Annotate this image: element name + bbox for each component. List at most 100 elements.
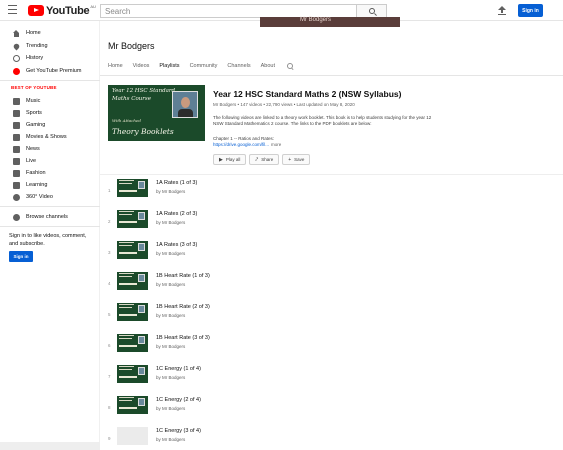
upload-icon[interactable] xyxy=(498,6,506,15)
sidebar-item-label: Live xyxy=(26,158,37,164)
home-icon xyxy=(13,29,20,37)
video-index: 8 xyxy=(108,405,111,410)
banner-text: Mr Bodgers xyxy=(300,17,332,23)
video-author: by Mr Bodgers xyxy=(156,220,186,225)
thumbnail-text: With Attached xyxy=(112,118,141,123)
video-author: by Mr Bodgers xyxy=(156,406,186,411)
logo-text: YouTube xyxy=(46,4,90,17)
thumbnail-text: Year 12 HSC Standard xyxy=(112,88,176,94)
playlist-video-row[interactable]: 9 1C Energy (3 of 4) by Mr Bodgers xyxy=(100,424,563,450)
sidebar-divider xyxy=(0,80,100,81)
sidebar-item-label: Music xyxy=(26,98,41,104)
list-divider xyxy=(100,174,563,175)
playlist-video-row[interactable]: 1 1A Rates (1 of 3) by Mr Bodgers xyxy=(100,176,563,207)
sidebar-item-history[interactable]: History xyxy=(13,53,43,63)
save-button[interactable]: + Save xyxy=(282,154,311,165)
sidebar-item-label: Browse channels xyxy=(26,214,68,220)
signin-button-top[interactable]: Sign in xyxy=(518,4,543,17)
tab-channels[interactable]: Channels xyxy=(227,63,250,73)
video-thumbnail[interactable] xyxy=(117,334,148,352)
playlist-link[interactable]: https://drive.google.com/fil... xyxy=(213,142,269,147)
video-title[interactable]: 1C Energy (1 of 4) xyxy=(156,366,201,372)
video-author: by Mr Bodgers xyxy=(156,344,186,349)
video-title[interactable]: 1B Heart Rate (1 of 3) xyxy=(156,273,210,279)
video-thumbnail[interactable] xyxy=(117,210,148,228)
video-index: 4 xyxy=(108,281,111,286)
video-author: by Mr Bodgers xyxy=(156,437,186,442)
live-icon xyxy=(13,157,20,165)
youtube-premium-icon xyxy=(13,67,20,75)
sidebar-item-label: Fashion xyxy=(26,170,46,176)
signin-prompt-line1: Sign in to like videos, comment, xyxy=(9,233,87,239)
sidebar-item-news[interactable]: News xyxy=(13,144,40,154)
video-thumbnail[interactable] xyxy=(117,427,148,445)
youtube-logo[interactable]: YouTube AU xyxy=(28,4,96,17)
video-title[interactable]: 1A Rates (2 of 3) xyxy=(156,211,197,217)
play-all-label: Play all xyxy=(225,157,241,162)
playlist-video-row[interactable]: 7 1C Energy (1 of 4) by Mr Bodgers xyxy=(100,362,563,393)
video-index: 1 xyxy=(108,188,111,193)
video-thumbnail[interactable] xyxy=(117,396,148,414)
sidebar-item-trending[interactable]: Trending xyxy=(12,41,48,51)
video-thumbnail[interactable] xyxy=(117,179,148,197)
sidebar-item-gaming[interactable]: Gaming xyxy=(13,120,45,130)
tab-about[interactable]: About xyxy=(261,63,275,73)
presenter-photo xyxy=(172,91,198,118)
playlist-thumbnail[interactable]: Year 12 HSC Standard Maths Course With A… xyxy=(108,85,205,141)
tab-playlists[interactable]: Playlists xyxy=(159,63,180,76)
video-title[interactable]: 1A Rates (3 of 3) xyxy=(156,242,197,248)
sidebar-item-live[interactable]: Live xyxy=(13,156,36,166)
tab-community[interactable]: Community xyxy=(190,63,218,73)
sidebar-item-label: History xyxy=(26,55,44,61)
save-label: Save xyxy=(294,157,305,162)
sidebar-signin-button[interactable]: Sign in xyxy=(9,251,33,262)
video-thumbnail[interactable] xyxy=(117,241,148,259)
playlist-description: The following videos are linked to a the… xyxy=(213,115,432,126)
playlist-video-row[interactable]: 6 1B Heart Rate (3 of 3) by Mr Bodgers xyxy=(100,331,563,362)
sidebar-item-browse-channels[interactable]: Browse channels xyxy=(13,212,68,222)
sidebar-divider xyxy=(0,206,100,207)
sidebar-item-sports[interactable]: Sports xyxy=(13,108,42,118)
news-icon xyxy=(13,145,20,153)
video-title[interactable]: 1C Energy (2 of 4) xyxy=(156,397,201,403)
playlist-video-row[interactable]: 2 1A Rates (2 of 3) by Mr Bodgers xyxy=(100,207,563,238)
search-button[interactable] xyxy=(356,5,386,17)
channel-search-icon[interactable] xyxy=(287,63,293,69)
logo-region: AU xyxy=(90,4,96,9)
search-input[interactable] xyxy=(101,5,356,17)
playlist-video-row[interactable]: 4 1B Heart Rate (1 of 3) by Mr Bodgers xyxy=(100,269,563,300)
video-thumbnail[interactable] xyxy=(117,303,148,321)
thumbnail-text: Theory Booklets xyxy=(112,127,174,136)
video-thumbnail[interactable] xyxy=(117,365,148,383)
fashion-icon xyxy=(13,169,20,177)
sidebar-item-fashion[interactable]: Fashion xyxy=(13,168,46,178)
sidebar-item-360-video[interactable]: 360° Video xyxy=(13,192,53,202)
tab-home[interactable]: Home xyxy=(108,63,123,73)
video-author: by Mr Bodgers xyxy=(156,313,186,318)
sidebar-item-home[interactable]: Home xyxy=(13,28,41,38)
video-index: 2 xyxy=(108,219,111,224)
playlist-video-row[interactable]: 5 1B Heart Rate (2 of 3) by Mr Bodgers xyxy=(100,300,563,331)
tabs-divider xyxy=(100,75,563,76)
playlist-video-row[interactable]: 8 1C Energy (2 of 4) by Mr Bodgers xyxy=(100,393,563,424)
youtube-play-icon xyxy=(28,5,44,16)
more-link[interactable]: more xyxy=(271,142,281,147)
video-title[interactable]: 1B Heart Rate (3 of 3) xyxy=(156,335,210,341)
tab-videos[interactable]: Videos xyxy=(133,63,150,73)
search-box xyxy=(100,4,387,18)
sidebar-item-music[interactable]: Music xyxy=(13,96,40,106)
browse-channels-icon xyxy=(13,213,20,221)
sidebar-item-learning[interactable]: Learning xyxy=(13,180,47,190)
menu-icon[interactable] xyxy=(8,5,17,14)
video-title[interactable]: 1B Heart Rate (2 of 3) xyxy=(156,304,210,310)
playlist-video-row[interactable]: 3 1A Rates (3 of 3) by Mr Bodgers xyxy=(100,238,563,269)
sidebar-item-movies[interactable]: Movies & Shows xyxy=(13,132,67,142)
share-button[interactable]: ⤤ Share xyxy=(249,154,280,165)
signin-prompt-line2: and subscribe. xyxy=(9,241,45,247)
video-title[interactable]: 1A Rates (1 of 3) xyxy=(156,180,197,186)
video-thumbnail[interactable] xyxy=(117,272,148,290)
sidebar-item-premium[interactable]: Get YouTube Premium xyxy=(13,66,81,76)
video-author: by Mr Bodgers xyxy=(156,189,186,194)
video-title[interactable]: 1C Energy (3 of 4) xyxy=(156,428,201,434)
play-all-button[interactable]: ▶ Play all xyxy=(213,154,247,165)
